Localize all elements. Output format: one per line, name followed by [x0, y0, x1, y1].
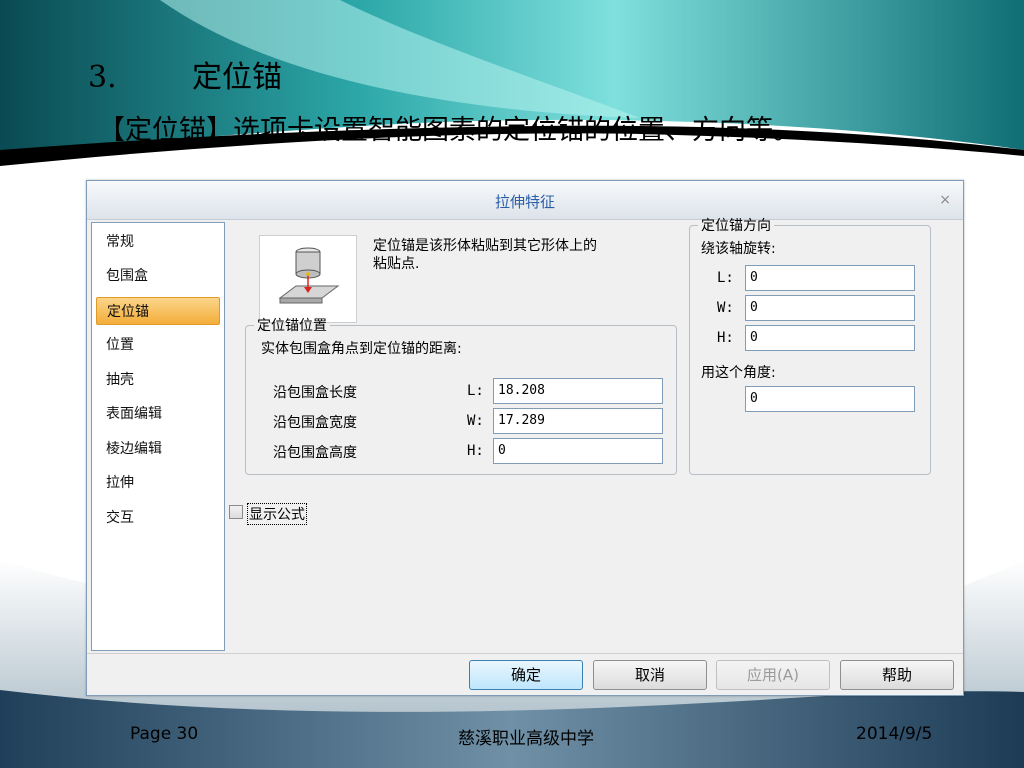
help-button[interactable]: 帮助 [840, 660, 954, 690]
anchor-position-legend: 定位锚位置 [257, 318, 327, 334]
anchor-description: 定位锚是该形体粘贴到其它形体上的粘贴点. [373, 238, 597, 272]
height-input[interactable]: 0 [493, 438, 663, 464]
dir-l-input[interactable]: 0 [745, 265, 915, 291]
dir-l-axis-label: L: [717, 270, 734, 286]
page-number: Page 30 [130, 724, 199, 744]
apply-button[interactable]: 应用(A) [716, 660, 830, 690]
anchor-tab-content: 定位锚是该形体粘贴到其它形体上的粘贴点. 定位锚位置 实体包围盒角点到定位锚的距… [227, 215, 963, 651]
slide-number: 3. [88, 60, 117, 95]
cancel-button[interactable]: 取消 [593, 660, 707, 690]
length-label: 沿包围盒长度 [273, 385, 357, 401]
show-formula-label[interactable]: 显示公式 [247, 503, 307, 525]
extrude-feature-dialog: 拉伸特征 × 常规 包围盒 定位锚 位置 抽壳 表面编辑 棱边编辑 拉伸 交互 … [86, 180, 964, 696]
nav-item-extrude[interactable]: 拉伸 [96, 469, 220, 497]
dialog-title: 拉伸特征 [494, 193, 555, 211]
height-axis-label: H: [467, 443, 484, 459]
property-nav: 常规 包围盒 定位锚 位置 抽壳 表面编辑 棱边编辑 拉伸 交互 [91, 222, 225, 651]
dir-w-axis-label: W: [717, 300, 734, 316]
nav-item-shell[interactable]: 抽壳 [96, 366, 220, 394]
dir-h-axis-label: H: [717, 330, 734, 346]
close-icon[interactable]: × [939, 192, 951, 208]
school-name: 慈溪职业高级中学 [458, 729, 594, 749]
nav-item-surface-edit[interactable]: 表面编辑 [96, 400, 220, 428]
dir-w-input[interactable]: 0 [745, 295, 915, 321]
nav-item-edge-edit[interactable]: 棱边编辑 [96, 435, 220, 463]
anchor-illustration-icon [259, 235, 357, 323]
slide-subtitle: 【定位锚】选项卡设置智能图素的定位锚的位置、方向等。 [98, 115, 800, 146]
dialog-button-bar: 确定 取消 应用(A) 帮助 [87, 653, 963, 696]
rotate-axis-label: 绕该轴旋转: [701, 241, 776, 257]
slide-title: 定位锚 [192, 60, 282, 95]
length-axis-label: L: [467, 383, 484, 399]
nav-item-anchor[interactable]: 定位锚 [96, 297, 220, 325]
width-label: 沿包围盒宽度 [273, 415, 357, 431]
nav-item-general[interactable]: 常规 [96, 228, 220, 256]
width-input[interactable]: 17.289 [493, 408, 663, 434]
anchor-direction-legend: 定位锚方向 [701, 218, 771, 234]
ok-button[interactable]: 确定 [469, 660, 583, 690]
anchor-position-intro: 实体包围盒角点到定位锚的距离: [261, 341, 462, 357]
angle-label: 用这个角度: [701, 365, 776, 381]
angle-input[interactable]: 0 [745, 386, 915, 412]
nav-item-bounding-box[interactable]: 包围盒 [96, 262, 220, 290]
nav-item-interaction[interactable]: 交互 [96, 504, 220, 532]
slide-date: 2014/9/5 [856, 724, 933, 744]
length-input[interactable]: 18.208 [493, 378, 663, 404]
dir-h-input[interactable]: 0 [745, 325, 915, 351]
show-formula-checkbox[interactable] [229, 505, 243, 519]
nav-item-position[interactable]: 位置 [96, 331, 220, 359]
width-axis-label: W: [467, 413, 484, 429]
slide-heading: 3. 定位锚 [88, 52, 282, 96]
height-label: 沿包围盒高度 [273, 445, 357, 461]
